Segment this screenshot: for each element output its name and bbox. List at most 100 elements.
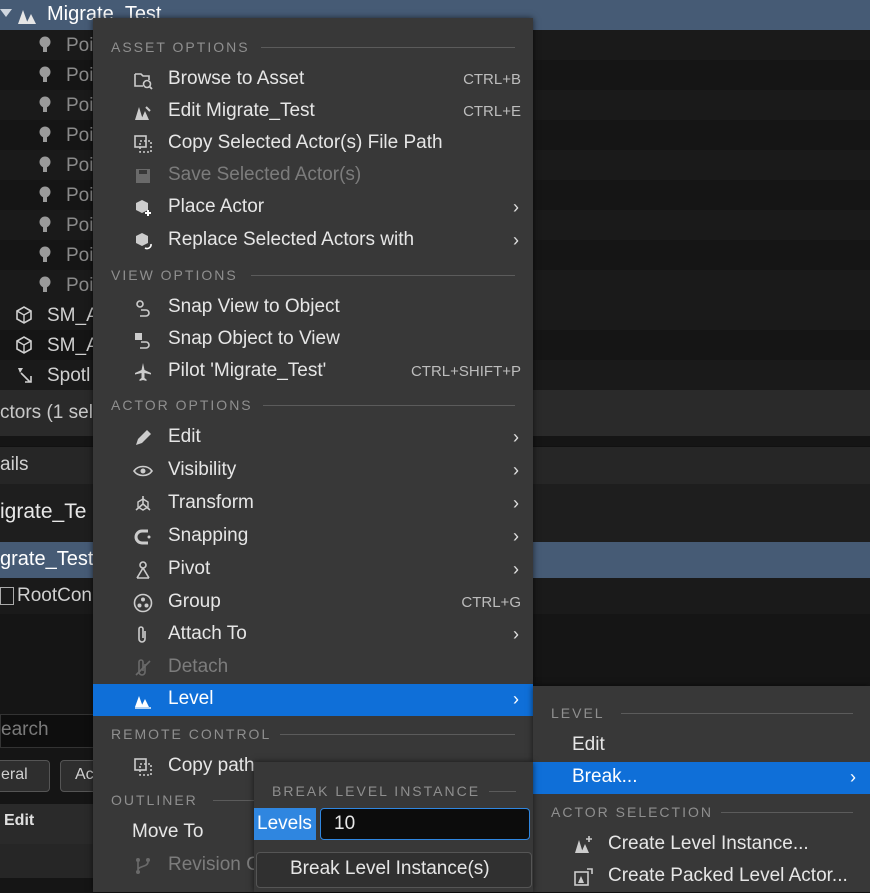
divider [261,47,515,48]
chevron-down-icon[interactable] [0,9,12,17]
save-selected-item[interactable]: Save Selected Actor(s) [93,160,533,192]
break-level-popup: BREAK LEVEL INSTANCE Levels 10 Break Lev… [254,762,533,892]
level-break-item[interactable]: Break... › [533,762,870,794]
outliner-row-label: Poi [66,215,94,236]
create-packed-label: Create Packed Level Actor... [608,865,848,886]
create-packed-item[interactable]: Create Packed Level Actor... [533,861,870,893]
divider [263,405,515,406]
copy-path-rc-label: Copy path [168,755,255,776]
level-break-label: Break... [572,766,638,787]
level-submenu: LEVEL Edit Break... › ACTOR SELECTION Cr… [533,686,870,892]
divider [251,275,515,276]
pilot-label: Pilot 'Migrate_Test' [168,360,327,381]
copy-icon [134,758,152,776]
component-icon [0,587,14,605]
place-actor-item[interactable]: Place Actor › [93,192,533,224]
context-menu: ASSET OPTIONS Browse to Asset CTRL+B Edi… [93,18,533,892]
create-level-instance-item[interactable]: Create Level Instance... [533,829,870,861]
edit-label: Edit [168,426,201,447]
save-icon [136,169,150,183]
browse-shortcut: CTRL+B [463,71,521,88]
level-instance-icon [575,836,592,853]
detach-icon [135,659,151,676]
detach-item[interactable]: Detach [93,652,533,684]
details-selected-label: grate_Test [0,548,94,570]
paperclip-icon [138,626,146,643]
group-item[interactable]: Group CTRL+G [93,587,533,619]
chevron-right-icon: › [513,624,519,644]
divider [489,791,516,792]
section-outliner: OUTLINER [111,792,198,808]
group-label: Group [168,591,221,612]
section-level: LEVEL [551,705,605,721]
snap-object-icon [135,333,150,349]
visibility-item[interactable]: Visibility › [93,455,533,487]
level-item[interactable]: Level › [93,684,533,716]
chevron-right-icon: › [513,427,519,447]
details-name: igrate_Te [0,500,87,523]
chevron-right-icon: › [513,689,519,709]
break-button-label: Break Level Instance(s) [290,858,490,879]
break-popup-header: BREAK LEVEL INSTANCE [272,783,481,799]
attach-to-item[interactable]: Attach To › [93,619,533,651]
point-light-icon [39,186,51,202]
detach-label: Detach [168,656,229,677]
outliner-row-label: Poi [66,95,94,116]
snap-object-label: Snap Object to View [168,328,340,349]
outliner-row-label: Poi [66,155,94,176]
outliner-row-label: Poi [66,245,94,266]
replace-selected-item[interactable]: Replace Selected Actors with › [93,225,533,257]
point-light-icon [39,96,51,112]
chevron-right-icon: › [513,559,519,579]
spot-light-icon [18,368,32,383]
chevron-right-icon: › [513,493,519,513]
snap-view-item[interactable]: Snap View to Object [93,292,533,324]
section-remote-control: REMOTE CONTROL [111,726,272,742]
edit-shortcut: CTRL+E [463,103,521,120]
packed-level-icon [574,868,593,886]
point-light-icon [39,156,51,172]
search-placeholder: earch [1,719,49,740]
outliner-row-label: Poi [66,185,94,206]
save-selected-label: Save Selected Actor(s) [168,164,362,185]
snap-view-label: Snap View to Object [168,296,340,317]
break-level-instance-button[interactable]: Break Level Instance(s) [256,852,532,888]
level-edit-item[interactable]: Edit [533,730,870,762]
place-actor-icon [136,200,151,216]
section-view-options: VIEW OPTIONS [111,267,238,283]
snap-object-item[interactable]: Snap Object to View [93,324,533,356]
snap-view-icon [136,300,150,317]
static-mesh-icon [16,336,32,354]
pencil-icon [136,430,151,445]
pivot-item[interactable]: Pivot › [93,554,533,586]
filter-general-label: eral [1,766,28,783]
copy-file-path-label: Copy Selected Actor(s) File Path [168,132,443,153]
pilot-shortcut: CTRL+SHIFT+P [410,363,521,380]
transform-icon [135,496,151,511]
place-actor-label: Place Actor [168,196,265,217]
divider [721,812,853,813]
group-shortcut: CTRL+G [461,594,521,611]
outliner-row-label: Poi [66,35,94,56]
magnet-icon [134,529,151,545]
group-icon [133,593,153,613]
level-label: Level [168,688,214,709]
edit-migrate-item[interactable]: Edit Migrate_Test CTRL+E [93,96,533,128]
filter-general-button[interactable]: eral [0,760,50,792]
levels-input[interactable]: 10 [320,808,530,840]
browse-to-asset-item[interactable]: Browse to Asset CTRL+B [93,64,533,96]
snapping-item[interactable]: Snapping › [93,521,533,553]
divider [621,713,853,714]
transform-item[interactable]: Transform › [93,488,533,520]
copy-file-path-item[interactable]: Copy Selected Actor(s) File Path [93,128,533,160]
outliner-row-label: SM_A [47,335,99,356]
filter-ac-label: Ac [75,766,94,783]
revision-label: Revision C [168,854,260,875]
pilot-item[interactable]: Pilot 'Migrate_Test' CTRL+SHIFT+P [93,356,533,388]
outliner-row-label: Poi [66,65,94,86]
edit-item[interactable]: Edit › [93,422,533,454]
point-light-icon [39,276,51,292]
point-light-icon [39,66,51,82]
levels-value: 10 [334,813,356,834]
replace-actor-icon [136,233,152,250]
